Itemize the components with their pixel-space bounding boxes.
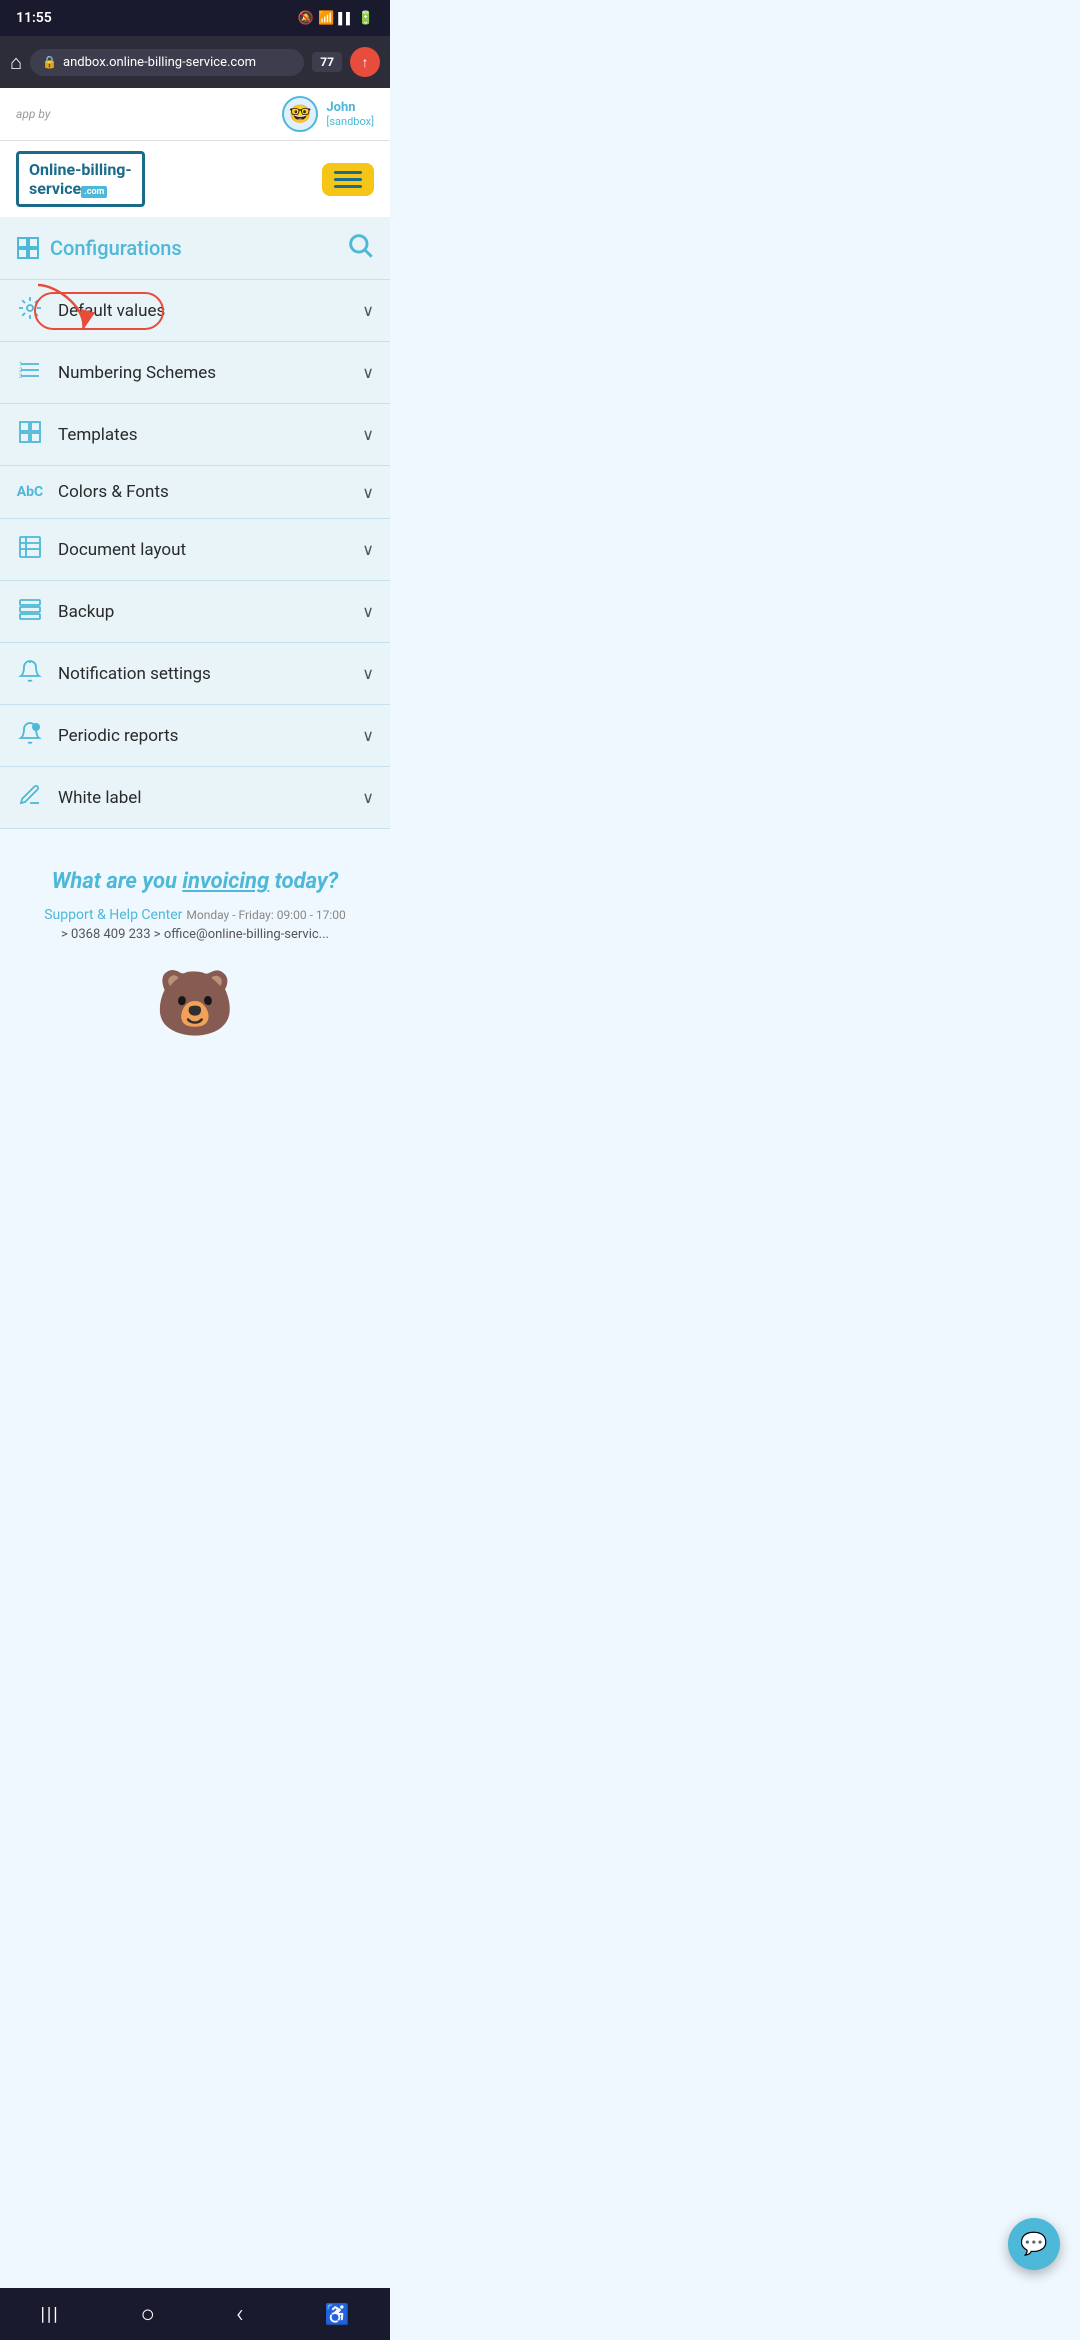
menu-item-left-periodic: Periodic reports bbox=[16, 721, 178, 750]
upload-icon: ↑ bbox=[362, 54, 369, 71]
footer-support-label: Support & Help Center bbox=[44, 907, 182, 923]
footer-contact: > 0368 409 233 > office@online-billing-s… bbox=[20, 927, 370, 942]
logo-text: Online-billing- service.com bbox=[29, 160, 132, 198]
document-layout-label: Document layout bbox=[58, 540, 186, 560]
status-time: 11:55 bbox=[16, 10, 52, 26]
footer-email: > office@online-billing-servic... bbox=[154, 927, 329, 942]
menu-item-notification-settings[interactable]: Notification settings ∨ bbox=[0, 643, 390, 705]
backup-label: Backup bbox=[58, 602, 114, 622]
colors-fonts-chevron: ∨ bbox=[362, 483, 374, 502]
red-arrow-svg bbox=[8, 280, 128, 340]
menu-items-list: Default values ∨ 1 2 3 Numbering Schemes… bbox=[0, 280, 390, 829]
menu-item-periodic-reports[interactable]: Periodic reports ∨ bbox=[0, 705, 390, 767]
browser-url-text: andbox.online-billing-service.com bbox=[63, 55, 256, 70]
user-info[interactable]: 🤓 John [sandbox] bbox=[282, 96, 374, 132]
footer-tagline: What are you invoicing today? bbox=[20, 869, 370, 894]
app-by-label: app by bbox=[16, 107, 50, 121]
menu-item-left-templates: Templates bbox=[16, 420, 138, 449]
menu-item-templates[interactable]: Templates ∨ bbox=[0, 404, 390, 466]
wifi-icon: 📶 bbox=[318, 11, 334, 26]
app-header: app by 🤓 John [sandbox] bbox=[0, 88, 390, 141]
menu-item-left-document: Document layout bbox=[16, 535, 186, 564]
nav-accessibility-icon[interactable]: ♿ bbox=[325, 2302, 350, 2326]
menu-item-document-layout[interactable]: Document layout ∨ bbox=[0, 519, 390, 581]
default-values-chevron: ∨ bbox=[362, 301, 374, 320]
browser-upload-button[interactable]: ↑ bbox=[350, 47, 380, 77]
footer-support-row: Support & Help Center Monday - Friday: 0… bbox=[20, 904, 370, 923]
user-details: John [sandbox] bbox=[326, 100, 374, 128]
document-layout-icon bbox=[16, 535, 44, 564]
footer-invoicing-word: invoicing bbox=[182, 869, 269, 894]
logo-bar: Online-billing- service.com bbox=[0, 141, 390, 217]
footer-support-hours: Monday - Friday: 09:00 - 17:00 bbox=[186, 908, 345, 922]
user-avatar: 🤓 bbox=[282, 96, 318, 132]
footer-section: What are you invoicing today? Support & … bbox=[0, 829, 390, 1061]
search-icon[interactable] bbox=[346, 231, 374, 265]
hamburger-menu-button[interactable] bbox=[322, 163, 374, 196]
menu-item-left-backup: Backup bbox=[16, 597, 114, 626]
signal-icon: ▌▌ bbox=[338, 12, 354, 25]
browser-tabs-button[interactable]: 77 bbox=[312, 52, 342, 72]
browser-address-bar[interactable]: 🔒 andbox.online-billing-service.com bbox=[30, 49, 304, 76]
white-label-chevron: ∨ bbox=[362, 788, 374, 807]
numbering-schemes-chevron: ∨ bbox=[362, 363, 374, 382]
nav-back-icon[interactable]: ‹ bbox=[236, 2299, 244, 2329]
notification-settings-label: Notification settings bbox=[58, 664, 211, 684]
colors-fonts-icon: AbC bbox=[16, 484, 44, 500]
menu-line-1 bbox=[334, 171, 362, 174]
menu-line-2 bbox=[334, 178, 362, 181]
periodic-reports-icon bbox=[16, 721, 44, 750]
numbering-schemes-label: Numbering Schemes bbox=[58, 363, 216, 383]
status-icons: 🔕 📶 ▌▌ 🔋 bbox=[298, 11, 374, 26]
notification-settings-chevron: ∨ bbox=[362, 664, 374, 683]
nav-home-icon[interactable]: ○ bbox=[141, 2300, 156, 2329]
menu-item-left-numbering: 1 2 3 Numbering Schemes bbox=[16, 358, 216, 387]
browser-lock-icon: 🔒 bbox=[42, 55, 57, 69]
footer-mascot: 🐻 bbox=[20, 966, 370, 1041]
backup-chevron: ∨ bbox=[362, 602, 374, 621]
browser-home-icon[interactable]: ⌂ bbox=[10, 50, 22, 75]
user-name: John bbox=[326, 100, 374, 115]
browser-bar: ⌂ 🔒 andbox.online-billing-service.com 77… bbox=[0, 36, 390, 88]
menu-item-colors-fonts[interactable]: AbC Colors & Fonts ∨ bbox=[0, 466, 390, 519]
menu-item-numbering-schemes[interactable]: 1 2 3 Numbering Schemes ∨ bbox=[0, 342, 390, 404]
menu-item-left-colors: AbC Colors & Fonts bbox=[16, 482, 169, 502]
chat-button[interactable]: 💬 bbox=[1008, 2218, 1060, 2270]
config-title-row: Configurations bbox=[16, 236, 182, 260]
status-bar: 11:55 🔕 📶 ▌▌ 🔋 bbox=[0, 0, 390, 36]
backup-icon bbox=[16, 597, 44, 626]
document-layout-chevron: ∨ bbox=[362, 540, 374, 559]
templates-chevron: ∨ bbox=[362, 425, 374, 444]
menu-line-3 bbox=[334, 185, 362, 188]
notification-silent-icon: 🔕 bbox=[298, 11, 314, 26]
white-label-label: White label bbox=[58, 788, 141, 808]
white-label-icon bbox=[16, 783, 44, 812]
templates-label: Templates bbox=[58, 425, 138, 445]
footer-phone: > 0368 409 233 bbox=[61, 927, 151, 942]
menu-item-left-white-label: White label bbox=[16, 783, 141, 812]
menu-item-backup[interactable]: Backup ∨ bbox=[0, 581, 390, 643]
configurations-icon bbox=[16, 236, 40, 260]
nav-menu-icon[interactable]: ||| bbox=[40, 2304, 59, 2325]
periodic-reports-label: Periodic reports bbox=[58, 726, 178, 746]
battery-icon: 🔋 bbox=[358, 11, 374, 26]
numbering-schemes-icon: 1 2 3 bbox=[16, 358, 44, 387]
periodic-reports-chevron: ∨ bbox=[362, 726, 374, 745]
svg-text:3: 3 bbox=[19, 373, 22, 380]
configurations-title: Configurations bbox=[50, 236, 182, 260]
user-role: [sandbox] bbox=[326, 115, 374, 128]
logo[interactable]: Online-billing- service.com bbox=[16, 151, 145, 207]
configurations-header: Configurations bbox=[0, 217, 390, 280]
colors-fonts-label: Colors & Fonts bbox=[58, 482, 169, 502]
notification-settings-icon bbox=[16, 659, 44, 688]
navigation-bar: ||| ○ ‹ ♿ bbox=[0, 2288, 390, 2340]
templates-icon bbox=[16, 420, 44, 449]
menu-item-white-label[interactable]: White label ∨ bbox=[0, 767, 390, 829]
chat-icon: 💬 bbox=[1020, 2232, 1047, 2257]
menu-item-left-notifications: Notification settings bbox=[16, 659, 211, 688]
